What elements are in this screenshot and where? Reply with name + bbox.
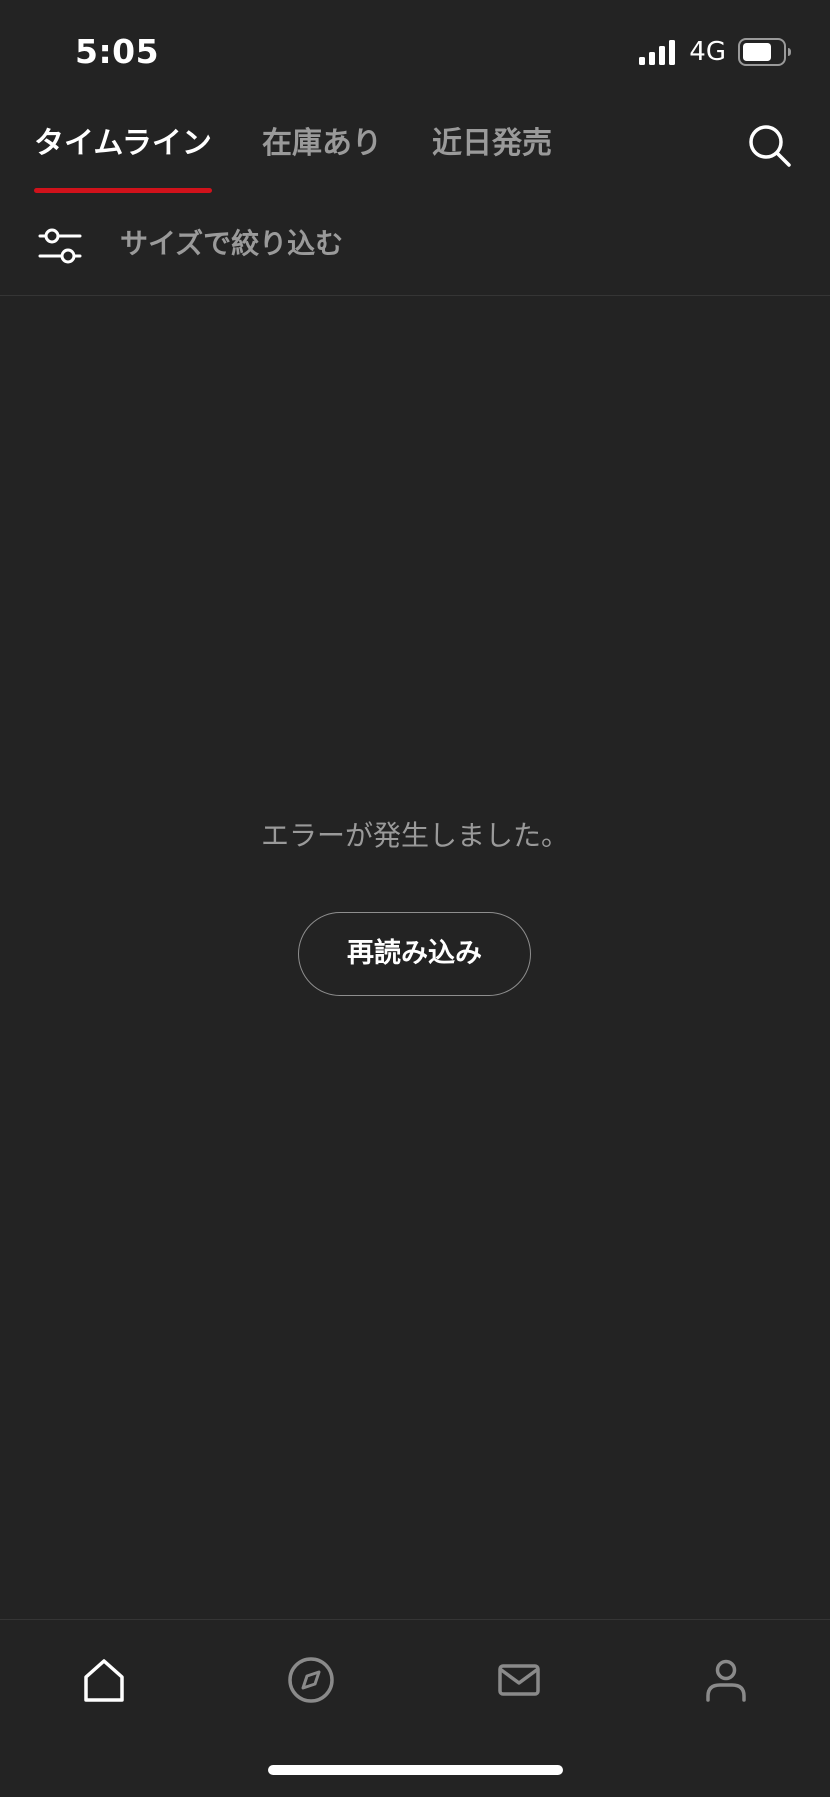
tab-in-stock[interactable]: 在庫あり (262, 122, 382, 166)
search-button[interactable] (746, 122, 794, 170)
network-type: 4G (689, 37, 726, 67)
top-tab-bar: タイムライン 在庫あり 近日発売 (0, 100, 830, 196)
home-icon (84, 1659, 124, 1702)
status-indicators: 4G (639, 38, 792, 66)
tab-coming-soon[interactable]: 近日発売 (432, 122, 552, 166)
user-icon (706, 1659, 746, 1702)
status-bar: 5:05 4G (0, 0, 830, 100)
nav-profile[interactable] (696, 1650, 756, 1710)
error-message: エラーが発生しました。 (260, 819, 569, 852)
active-tab-indicator (34, 188, 212, 193)
filter-bar: サイズで絞り込む (0, 196, 830, 296)
mail-icon (498, 1664, 540, 1696)
home-indicator (268, 1765, 563, 1775)
nav-discover[interactable] (281, 1650, 341, 1710)
search-icon (749, 125, 791, 167)
nav-messages[interactable] (489, 1650, 549, 1710)
sliders-icon[interactable] (38, 226, 82, 266)
battery-icon (738, 38, 791, 66)
nav-home[interactable] (74, 1650, 134, 1710)
tab-timeline[interactable]: タイムライン (34, 122, 212, 166)
signal-bars-icon (639, 40, 676, 65)
compass-icon (288, 1657, 334, 1703)
reload-button[interactable]: 再読み込み (298, 912, 531, 996)
status-time: 5:05 (75, 32, 160, 71)
size-filter-button[interactable]: サイズで絞り込む (120, 224, 343, 264)
